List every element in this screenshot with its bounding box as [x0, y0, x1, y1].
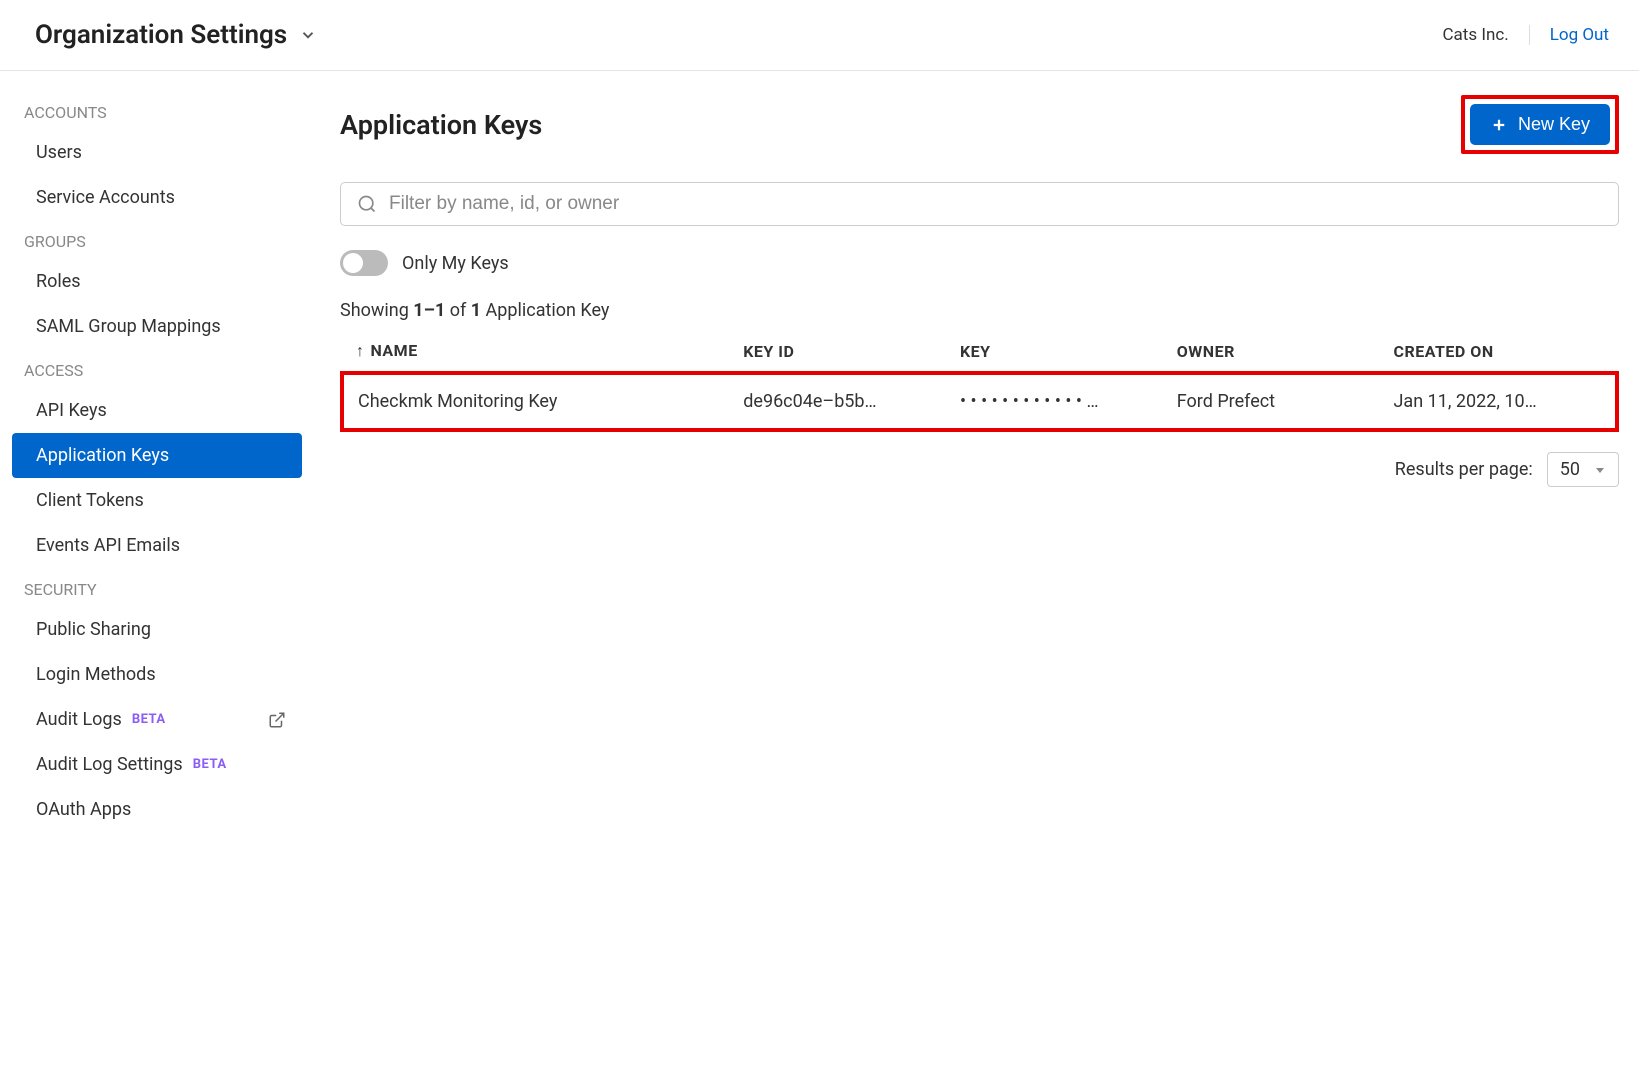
header-right: Cats Inc. Log Out: [1442, 25, 1609, 45]
cell-key: • • • • • • • • • • • • …: [954, 373, 1171, 430]
showing-text: Showing 1–1 of 1 Application Key: [340, 300, 1619, 321]
sidebar: ACCOUNTS Users Service Accounts GROUPS R…: [0, 71, 310, 1068]
new-key-button[interactable]: New Key: [1470, 104, 1610, 145]
sidebar-item-label: Roles: [36, 271, 81, 292]
cell-created-on: Jan 11, 2022, 10…: [1388, 373, 1618, 430]
sidebar-item-label: Users: [36, 142, 82, 163]
sidebar-item-events-api-emails[interactable]: Events API Emails: [0, 523, 310, 568]
highlight-new-key: New Key: [1461, 95, 1619, 154]
sidebar-item-application-keys[interactable]: Application Keys: [12, 433, 302, 478]
beta-badge: BETA: [193, 757, 227, 772]
search-icon: [357, 194, 377, 214]
col-key-id[interactable]: KEY ID: [737, 331, 954, 373]
results-per-page-label: Results per page:: [1395, 459, 1533, 480]
sidebar-item-label: API Keys: [36, 400, 107, 421]
cell-name: Checkmk Monitoring Key: [342, 373, 737, 430]
sort-ascending-icon: ↑: [356, 341, 365, 360]
col-name[interactable]: ↑NAME: [342, 331, 737, 373]
top-header: Organization Settings Cats Inc. Log Out: [0, 0, 1639, 71]
only-my-keys-label: Only My Keys: [402, 253, 509, 274]
sidebar-item-label: OAuth Apps: [36, 799, 131, 820]
sidebar-group-accounts: ACCOUNTS: [0, 91, 310, 130]
sidebar-item-label: Client Tokens: [36, 490, 144, 511]
filter-input[interactable]: [389, 193, 1602, 215]
sidebar-item-public-sharing[interactable]: Public Sharing: [0, 607, 310, 652]
col-owner[interactable]: OWNER: [1171, 331, 1388, 373]
cell-key-id: de96c04e–b5b…: [737, 373, 954, 430]
org-name: Cats Inc.: [1442, 25, 1529, 45]
chevron-down-icon: [1594, 464, 1606, 476]
sidebar-item-audit-log-settings[interactable]: Audit Log Settings BETA: [0, 742, 310, 787]
sidebar-item-oauth-apps[interactable]: OAuth Apps: [0, 787, 310, 832]
logout-link[interactable]: Log Out: [1550, 25, 1609, 45]
new-key-label: New Key: [1518, 114, 1590, 135]
page-title-dropdown: Organization Settings: [35, 20, 287, 50]
sidebar-item-label: Events API Emails: [36, 535, 180, 556]
sidebar-item-service-accounts[interactable]: Service Accounts: [0, 175, 310, 220]
only-my-keys-toggle[interactable]: [340, 250, 388, 276]
sidebar-item-label: Service Accounts: [36, 187, 175, 208]
col-key[interactable]: KEY: [954, 331, 1171, 373]
sidebar-item-users[interactable]: Users: [0, 130, 310, 175]
sidebar-item-label: Public Sharing: [36, 619, 151, 640]
sidebar-item-client-tokens[interactable]: Client Tokens: [0, 478, 310, 523]
filter-input-wrap[interactable]: [340, 182, 1619, 226]
chevron-down-icon: [299, 26, 317, 44]
sidebar-item-api-keys[interactable]: API Keys: [0, 388, 310, 433]
sidebar-item-label: Login Methods: [36, 664, 156, 685]
sidebar-item-audit-logs[interactable]: Audit Logs BETA: [0, 697, 310, 742]
sidebar-item-login-methods[interactable]: Login Methods: [0, 652, 310, 697]
header-left[interactable]: Organization Settings: [35, 20, 317, 50]
external-link-icon: [268, 711, 286, 729]
page-title: Application Keys: [340, 109, 542, 141]
results-per-page-select[interactable]: 50: [1547, 452, 1619, 487]
plus-icon: [1490, 116, 1508, 134]
results-per-page-value: 50: [1560, 459, 1580, 480]
sidebar-item-label: Audit Log Settings: [36, 754, 183, 775]
toggle-knob: [343, 253, 363, 273]
sidebar-group-security: SECURITY: [0, 568, 310, 607]
results-footer: Results per page: 50: [340, 452, 1619, 487]
sidebar-group-access: ACCESS: [0, 349, 310, 388]
sidebar-item-roles[interactable]: Roles: [0, 259, 310, 304]
col-created-on[interactable]: CREATED ON: [1388, 331, 1618, 373]
sidebar-item-label: SAML Group Mappings: [36, 316, 221, 337]
beta-badge: BETA: [132, 712, 166, 727]
main-content: Application Keys New Key Only My Keys: [310, 71, 1639, 1068]
cell-owner: Ford Prefect: [1171, 373, 1388, 430]
app-keys-table: ↑NAME KEY ID KEY OWNER CREATED ON Checkm…: [340, 331, 1619, 432]
table-row[interactable]: Checkmk Monitoring Key de96c04e–b5b… • •…: [342, 373, 1617, 430]
sidebar-item-label: Application Keys: [36, 445, 169, 466]
sidebar-item-label: Audit Logs: [36, 709, 122, 730]
sidebar-item-saml-group-mappings[interactable]: SAML Group Mappings: [0, 304, 310, 349]
sidebar-group-groups: GROUPS: [0, 220, 310, 259]
